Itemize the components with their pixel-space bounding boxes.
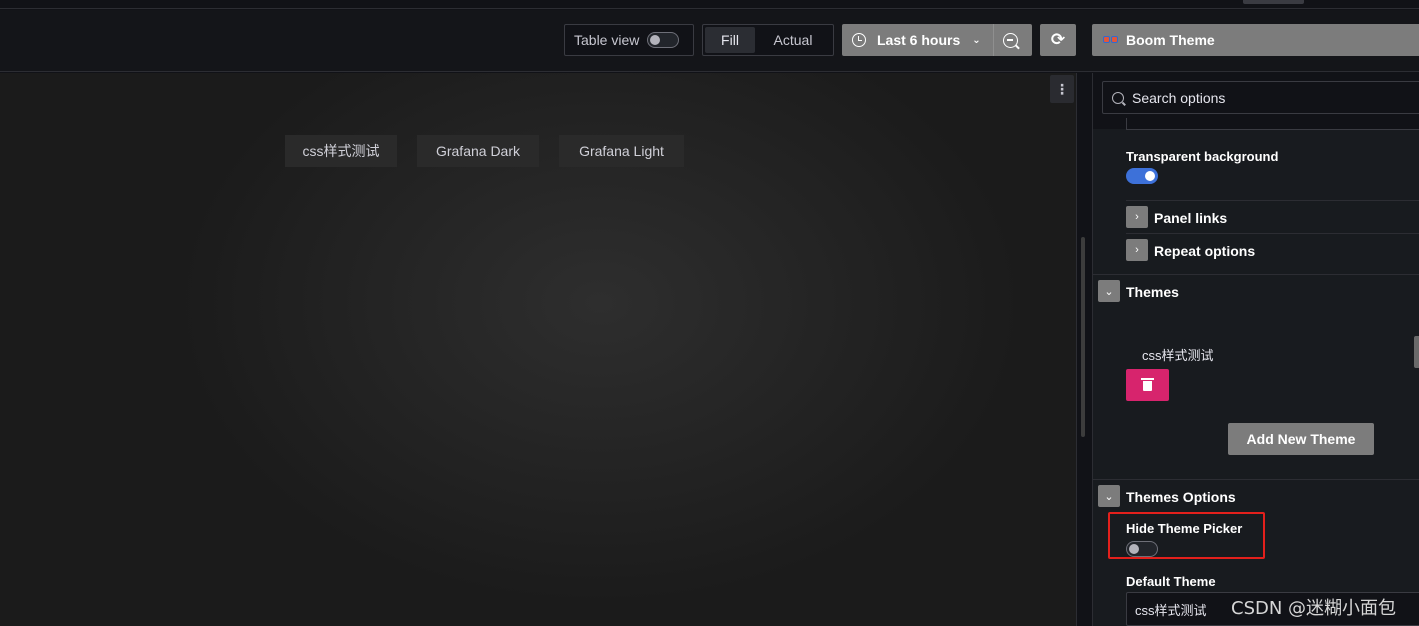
clock-icon <box>852 33 866 47</box>
top-strip <box>0 0 1419 9</box>
previous-field-input[interactable] <box>1126 118 1419 130</box>
divider <box>1126 233 1419 234</box>
boom-theme-glasses-icon <box>1103 35 1119 45</box>
divider <box>1093 479 1419 480</box>
themes-options-section-title[interactable]: Themes Options <box>1126 489 1236 505</box>
search-icon <box>1112 91 1124 104</box>
chevron-down-icon[interactable]: ⌄ <box>1098 280 1120 302</box>
add-new-theme-button[interactable]: Add New Theme <box>1228 423 1374 455</box>
time-range-label: Last 6 hours <box>877 32 961 48</box>
transparent-background-switch[interactable] <box>1126 168 1158 184</box>
chevron-down-icon: ⌄ <box>972 34 981 46</box>
repeat-options-header[interactable]: Repeat options <box>1154 243 1255 259</box>
table-view-switch[interactable] <box>647 32 680 48</box>
switch-knob <box>1145 171 1155 181</box>
theme-collapse-handle[interactable] <box>1414 336 1419 368</box>
delete-theme-button[interactable] <box>1126 369 1169 401</box>
dashboard-toolbar: Table view Fill Actual Last 6 hours ⌄ ⟳ … <box>0 10 1419 72</box>
transparent-background-label: Transparent background <box>1126 149 1279 164</box>
time-range-picker[interactable]: Last 6 hours ⌄ <box>842 24 1032 56</box>
divider <box>1093 274 1419 275</box>
divider <box>1126 200 1419 201</box>
canvas-scrollbar[interactable] <box>1081 237 1085 437</box>
search-options-input[interactable]: Search options <box>1102 81 1419 114</box>
fill-actual-radio-group: Fill Actual <box>702 24 834 56</box>
fill-option[interactable]: Fill <box>705 27 755 53</box>
theme-tab-css[interactable]: css样式测试 <box>285 135 397 167</box>
panel-menu-button[interactable]: ⋮ <box>1050 75 1074 103</box>
more-vertical-icon: ⋮ <box>1055 80 1069 97</box>
visualization-name: Boom Theme <box>1126 32 1215 48</box>
theme-tab-grafana-dark[interactable]: Grafana Dark <box>417 135 539 167</box>
refresh-icon: ⟳ <box>1050 30 1066 49</box>
time-picker-divider <box>992 24 994 56</box>
default-theme-label: Default Theme <box>1126 574 1216 589</box>
theme-tab-grafana-light[interactable]: Grafana Light <box>559 135 684 167</box>
table-view-label: Table view <box>574 32 640 48</box>
pane-splitter[interactable] <box>1076 73 1077 626</box>
annotation-highlight-box <box>1108 512 1265 559</box>
table-view-toggle[interactable]: Table view <box>564 24 694 56</box>
top-strip-tab[interactable] <box>1243 0 1304 4</box>
trash-icon <box>1141 378 1154 391</box>
refresh-button[interactable]: ⟳ <box>1040 24 1076 56</box>
watermark: CSDN @迷糊小面包 <box>1231 598 1397 619</box>
chevron-right-icon[interactable]: › <box>1126 206 1148 228</box>
chevron-right-icon[interactable]: › <box>1126 239 1148 261</box>
themes-section-title[interactable]: Themes <box>1126 284 1179 300</box>
visualization-picker-button[interactable]: Boom Theme <box>1092 24 1419 56</box>
actual-option[interactable]: Actual <box>755 27 831 53</box>
panel-links-header[interactable]: Panel links <box>1154 210 1227 226</box>
zoom-out-icon[interactable] <box>1002 32 1018 48</box>
chevron-down-icon[interactable]: ⌄ <box>1098 485 1120 507</box>
switch-knob <box>650 35 661 45</box>
theme-name: css样式测试 <box>1142 348 1214 363</box>
search-placeholder: Search options <box>1132 89 1226 106</box>
